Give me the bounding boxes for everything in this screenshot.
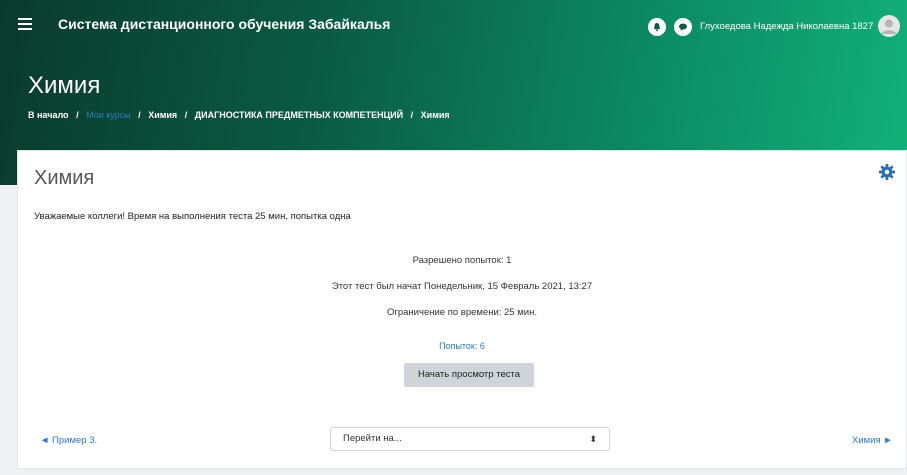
start-preview-button[interactable]: Начать просмотр теста <box>404 363 534 387</box>
breadcrumb: В начало / Мои курсы / Химия / ДИАГНОСТИ… <box>28 110 450 120</box>
breadcrumb-item-section[interactable]: ДИАГНОСТИКА ПРЕДМЕТНЫХ КОМПЕТЕНЦИЙ <box>195 110 403 120</box>
gear-icon[interactable] <box>878 163 896 181</box>
breadcrumb-separator: / <box>410 110 414 120</box>
breadcrumb-separator: / <box>138 110 141 120</box>
site-name-link[interactable]: Система дистанционного обучения Забайкал… <box>58 16 390 32</box>
breadcrumb-item-my-courses[interactable]: Мои курсы <box>86 110 131 120</box>
jump-to-activity-select[interactable]: Перейти на... ⬍ <box>330 427 610 451</box>
breadcrumb-separator: / <box>184 110 188 120</box>
top-navbar: Система дистанционного обучения Забайкал… <box>0 0 907 50</box>
notifications-bell-icon[interactable] <box>648 18 666 36</box>
quiz-started-text: Этот тест был начат Понедельник, 15 Февр… <box>331 281 593 292</box>
jump-select-value: Перейти на... <box>343 433 402 444</box>
hamburger-menu-icon[interactable] <box>18 18 32 30</box>
breadcrumb-item-current[interactable]: Химия <box>421 110 450 120</box>
previous-activity-link[interactable]: ◄ Пример 3. <box>40 435 97 446</box>
breadcrumb-separator: / <box>76 110 79 120</box>
quiz-intro-text: Уважаемые коллеги! Время на выполнения т… <box>34 211 351 222</box>
attempts-count-link[interactable]: Попыток: 6 <box>18 341 906 351</box>
page-heading: Химия <box>28 72 101 99</box>
breadcrumb-item-course[interactable]: Химия <box>148 110 177 120</box>
time-limit-text: Ограничение по времени: 25 мин. <box>387 307 537 318</box>
quiz-title: Химия <box>34 167 95 189</box>
user-menu-name[interactable]: Глухоедова Надежда Николаевна 1827 <box>700 21 873 32</box>
next-activity-link[interactable]: Химия ► <box>852 435 893 446</box>
quiz-content-card: Химия Уважаемые коллеги! Время на выполн… <box>17 150 907 469</box>
breadcrumb-item-home[interactable]: В начало <box>28 110 69 120</box>
select-caret-icon: ⬍ <box>589 434 597 444</box>
user-avatar-icon[interactable] <box>878 15 900 37</box>
attempts-allowed-text: Разрешено попыток: 1 <box>412 255 512 266</box>
messages-chat-icon[interactable] <box>674 18 692 36</box>
